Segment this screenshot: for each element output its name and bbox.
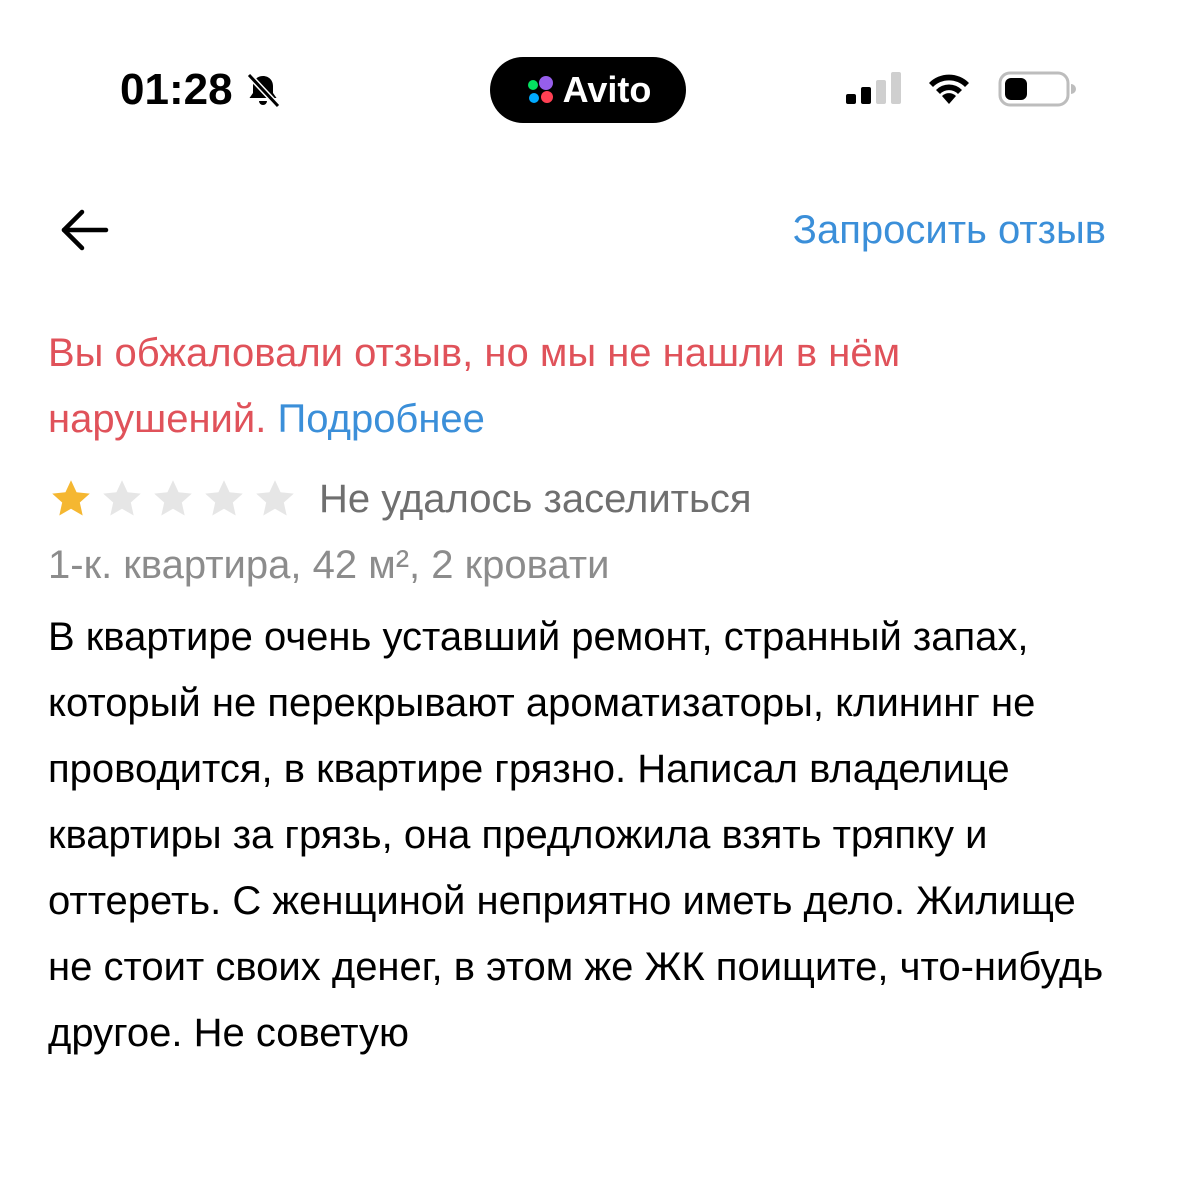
star-filled-icon: [52, 480, 90, 516]
status-bar: 01:28 Avito: [0, 0, 1178, 180]
star-empty-icon: [256, 480, 294, 516]
battery-icon: [998, 71, 1076, 107]
review-content: Вы обжаловали отзыв, но мы не нашли в нё…: [48, 320, 1118, 1066]
clock-group: 01:28: [120, 62, 283, 118]
back-button[interactable]: [52, 198, 116, 262]
rating-row: Не удалось заселиться: [48, 466, 1118, 532]
appeal-notice: Вы обжаловали отзыв, но мы не нашли в нё…: [48, 320, 1118, 452]
star-rating: [48, 476, 303, 522]
avito-logo-icon: [527, 76, 553, 103]
star-empty-icon: [103, 480, 141, 516]
review-title: Не удалось заселиться: [319, 477, 752, 521]
star-empty-icon: [205, 480, 243, 516]
arrow-left-icon: [61, 209, 109, 251]
status-time: 01:28: [120, 65, 233, 114]
bell-slash-icon: [246, 72, 280, 109]
wifi-icon: [929, 74, 969, 104]
island-app-name: Avito: [562, 69, 652, 110]
appeal-more-link[interactable]: Подробнее: [277, 397, 484, 441]
review-text: В квартире очень уставший ремонт, странн…: [48, 615, 1104, 1055]
star-empty-icon: [154, 480, 192, 516]
listing-info: 1-к. квартира, 42 м², 2 кровати: [48, 543, 610, 587]
cellular-signal-icon: [846, 72, 901, 104]
request-review-link[interactable]: Запросить отзыв: [793, 204, 1106, 256]
dynamic-island[interactable]: Avito: [490, 57, 686, 123]
